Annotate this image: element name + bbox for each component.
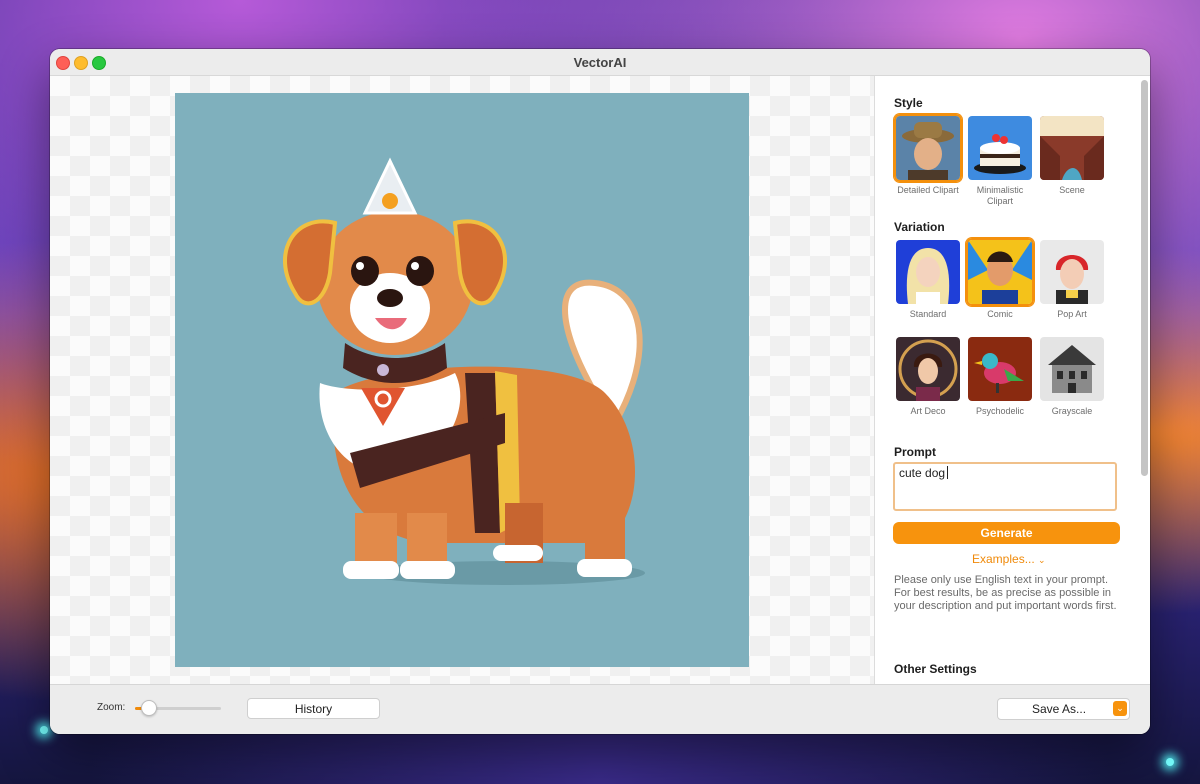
chevron-down-icon: ⌄	[1038, 555, 1046, 565]
variation-heading: Variation	[894, 220, 945, 234]
style-label: Minimalistic Clipart	[976, 185, 1024, 206]
app-window: VectorAI Style Detailed Clipart Minimali…	[50, 49, 1150, 734]
blonde-portrait-icon	[894, 238, 962, 306]
prompt-text: cute dog	[899, 466, 946, 480]
variation-pop-art[interactable]: Pop Art	[1036, 238, 1108, 320]
cowboy-portrait-icon	[894, 114, 962, 182]
prompt-input[interactable]: cute dog	[893, 462, 1117, 511]
house-icon	[1038, 335, 1106, 403]
canyon-scene-icon	[1038, 114, 1106, 182]
chevron-down-icon[interactable]: ⌄	[1113, 701, 1127, 716]
variation-label: Standard	[909, 309, 947, 319]
save-as-label: Save As...	[1032, 702, 1087, 716]
variation-art-deco[interactable]: Art Deco	[892, 335, 964, 417]
zoom-slider-knob[interactable]	[140, 700, 157, 716]
examples-dropdown[interactable]: Examples... ⌄	[972, 552, 1046, 566]
dog-illustration	[283, 157, 645, 585]
bird-icon	[966, 335, 1034, 403]
text-caret	[947, 466, 949, 479]
pop-art-woman-icon	[1038, 238, 1106, 306]
sidebar-scrollbar[interactable]	[1140, 76, 1148, 684]
variation-label: Comic	[987, 309, 1013, 319]
canvas-area	[50, 76, 874, 684]
examples-label: Examples...	[972, 552, 1035, 566]
generated-image[interactable]	[175, 93, 749, 667]
style-scene[interactable]: Scene	[1036, 114, 1108, 196]
style-label: Scene	[1059, 185, 1085, 195]
window-title: VectorAI	[573, 54, 627, 70]
variation-psychodelic[interactable]: Psychodelic	[964, 335, 1036, 417]
variation-grayscale[interactable]: Grayscale	[1036, 335, 1108, 417]
variation-label: Art Deco	[910, 406, 946, 416]
prompt-hint: Please only use English text in your pro…	[894, 574, 1117, 612]
variation-standard[interactable]: Standard	[892, 238, 964, 320]
bottom-toolbar: Zoom: History Save As... ⌄	[50, 684, 1150, 734]
zoom-label: Zoom:	[97, 702, 126, 713]
style-detailed-clipart[interactable]: Detailed Clipart	[892, 114, 964, 196]
close-window-button[interactable]	[56, 56, 70, 70]
history-button[interactable]: History	[247, 698, 380, 719]
cake-icon	[966, 114, 1034, 182]
title-bar: VectorAI	[50, 49, 1150, 76]
style-heading: Style	[894, 96, 923, 110]
sparkle-decoration	[40, 726, 48, 734]
variation-comic[interactable]: Comic	[964, 238, 1036, 320]
comic-hero-icon	[966, 238, 1034, 306]
style-label: Detailed Clipart	[897, 185, 959, 195]
prompt-heading: Prompt	[894, 445, 936, 459]
settings-sidebar: Style Detailed Clipart Minimalistic Clip…	[874, 76, 1150, 684]
maximize-window-button[interactable]	[92, 56, 106, 70]
save-as-button[interactable]: Save As... ⌄	[997, 698, 1130, 720]
minimize-window-button[interactable]	[74, 56, 88, 70]
variation-label: Pop Art	[1057, 309, 1087, 319]
variation-label: Grayscale	[1051, 406, 1093, 416]
art-deco-woman-icon	[894, 335, 962, 403]
sparkle-decoration	[1166, 758, 1174, 766]
style-minimalistic-clipart[interactable]: Minimalistic Clipart	[964, 114, 1036, 207]
scrollbar-thumb[interactable]	[1141, 80, 1148, 476]
other-settings-heading: Other Settings	[894, 662, 977, 676]
variation-label: Psychodelic	[975, 406, 1025, 416]
generate-button[interactable]: Generate	[893, 522, 1120, 544]
